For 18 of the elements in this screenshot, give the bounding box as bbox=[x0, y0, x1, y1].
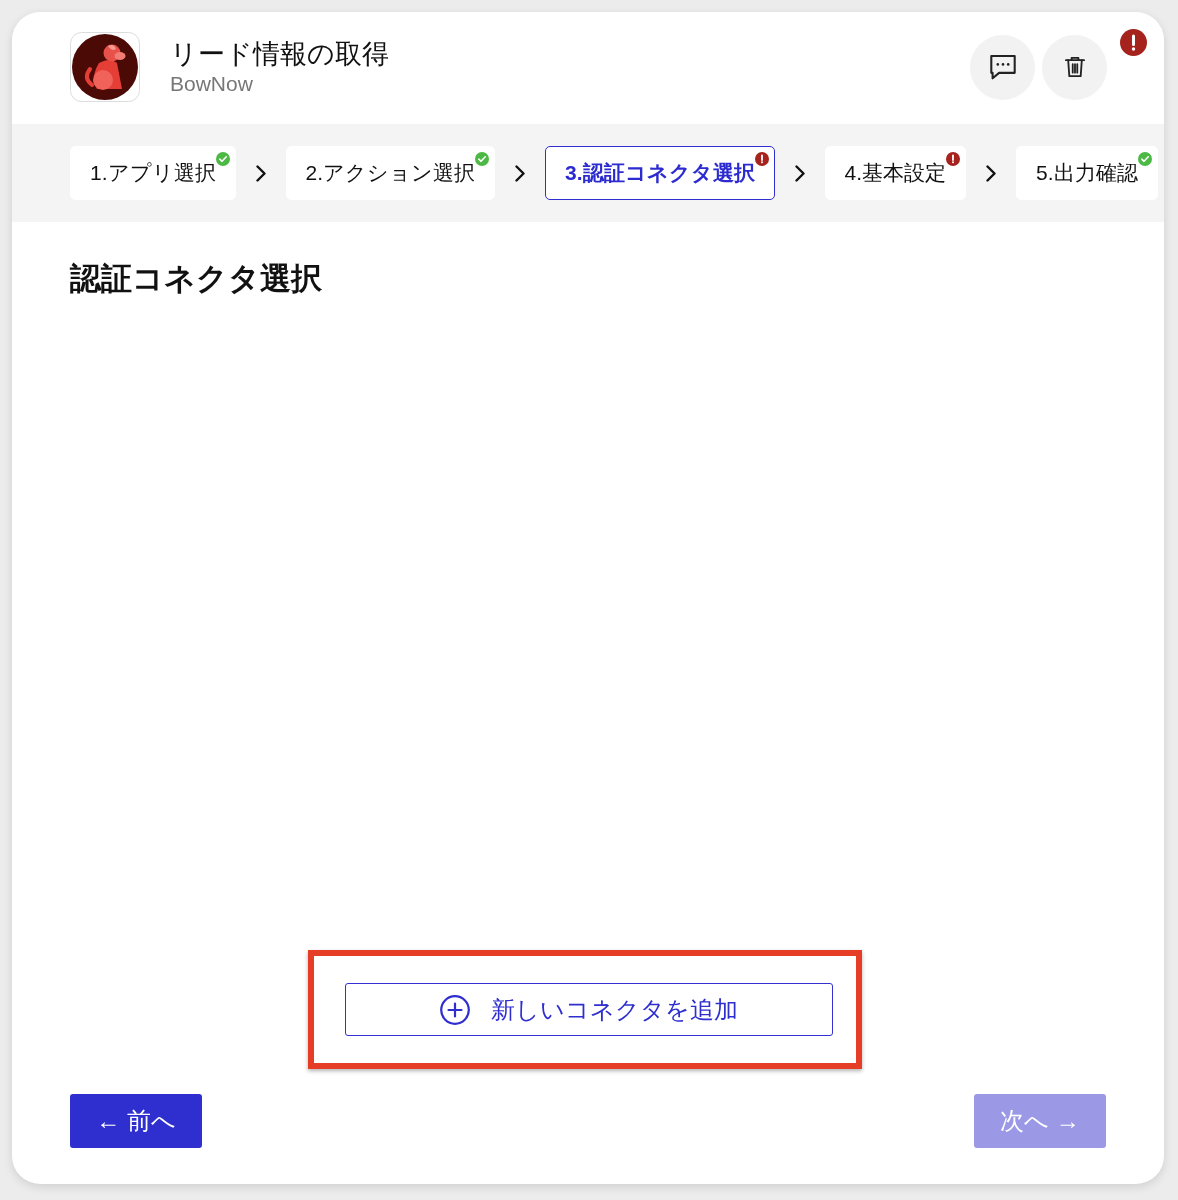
add-connector-button[interactable]: 新しいコネクタを追加 bbox=[345, 983, 833, 1036]
chevron-right-icon bbox=[986, 164, 997, 182]
app-name: BowNow bbox=[170, 71, 253, 97]
section-title: 認証コネクタ選択 bbox=[70, 260, 322, 298]
back-button[interactable]: ← 前へ bbox=[70, 1094, 202, 1148]
step-tab[interactable]: 2.アクション選択 bbox=[285, 146, 496, 200]
workflow-title: リード情報の取得 bbox=[170, 38, 389, 71]
step-tab[interactable]: 3.認証コネクタ選択 bbox=[545, 146, 775, 200]
chevron-right-icon bbox=[255, 164, 266, 182]
plus-circle-icon bbox=[440, 994, 470, 1025]
trash-icon bbox=[1064, 55, 1085, 79]
chevron-right-icon bbox=[794, 164, 805, 182]
dog-icon bbox=[70, 32, 140, 102]
chevron-right-icon bbox=[515, 164, 526, 182]
step-tab[interactable]: 4.基本設定 bbox=[824, 146, 967, 200]
step-tab[interactable]: 1.アプリ選択 bbox=[70, 146, 236, 200]
step-tab[interactable]: 5.出力確認 bbox=[1016, 146, 1158, 200]
chat-bubble-icon bbox=[989, 54, 1016, 80]
